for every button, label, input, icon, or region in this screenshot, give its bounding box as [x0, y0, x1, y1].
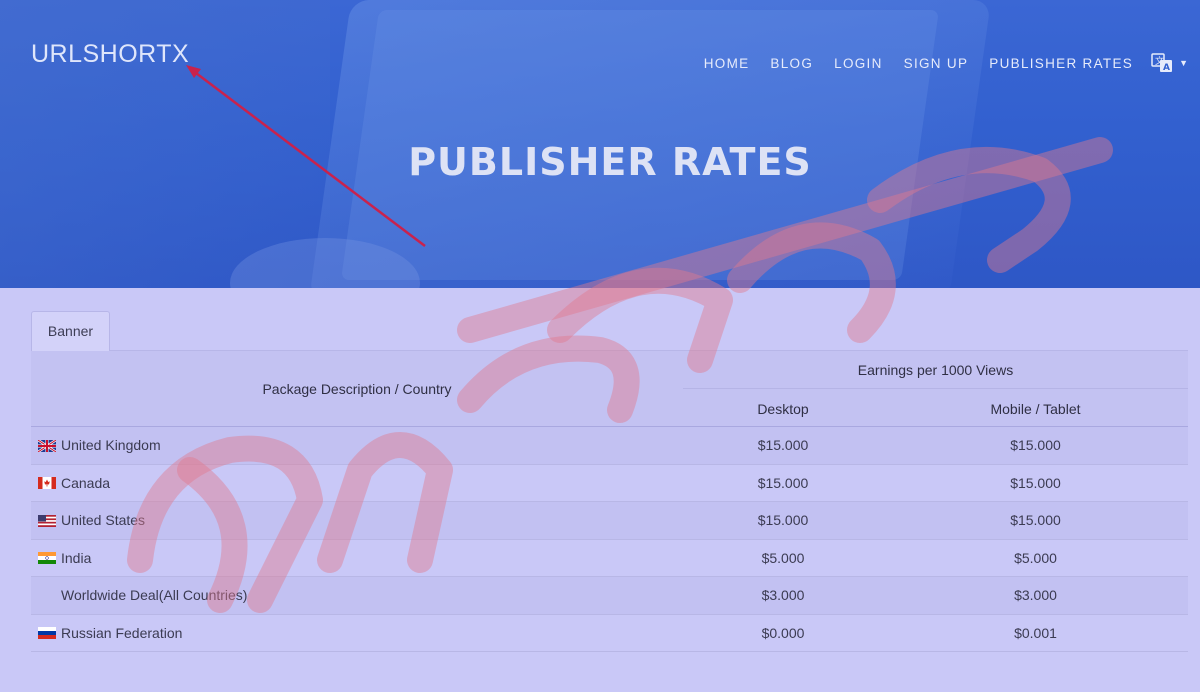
language-selector[interactable]: 文 A ▼: [1151, 53, 1188, 73]
mobile-rate: $15.000: [1010, 512, 1061, 528]
nav-login[interactable]: LOGIN: [834, 56, 883, 71]
mobile-rate: $5.000: [1014, 549, 1057, 566]
mobile-rate: $3.000: [1014, 587, 1057, 603]
table-row: India $5.000 $5.000: [31, 539, 1188, 577]
country-name: India: [61, 549, 92, 566]
page-title: PUBLISHER RATES: [408, 140, 812, 184]
site-logo[interactable]: URLSHORTX: [31, 40, 189, 69]
nav-blog[interactable]: BLOG: [770, 56, 813, 71]
desktop-rate: $15.000: [757, 437, 809, 453]
mobile-rate: $0.001: [1014, 624, 1057, 641]
table-row: Worldwide Deal(All Countries) $3.000 $3.…: [31, 577, 1188, 615]
nav-home[interactable]: HOME: [704, 56, 750, 71]
tab-bar: Banner: [31, 311, 1188, 352]
country-name: United Kingdom: [61, 437, 161, 453]
svg-text:A: A: [1163, 63, 1170, 73]
russia-flag-icon: [38, 627, 56, 639]
header-earnings: Earnings per 1000 Views: [683, 351, 1188, 389]
header-mobile: Mobile / Tablet: [990, 401, 1081, 417]
country-name: United States: [61, 512, 146, 528]
main-nav: HOME BLOG LOGIN SIGN UP PUBLISHER RATES …: [683, 53, 1188, 73]
us-flag-icon: [38, 514, 56, 527]
table-row: United Kingdom $15.000 $15.000: [31, 427, 1188, 465]
header-package: Package Description / Country: [262, 381, 452, 397]
uk-flag-icon: [38, 439, 56, 452]
country-name: Russian Federation: [61, 624, 183, 641]
desktop-rate: $5.000: [761, 549, 805, 566]
canada-flag-icon: [38, 477, 56, 489]
mobile-rate: $15.000: [1010, 474, 1061, 491]
india-flag-icon: [38, 552, 56, 564]
table-row: Russian Federation $0.000 $0.001: [31, 614, 1188, 652]
desktop-rate: $3.000: [761, 587, 805, 603]
country-name: Canada: [61, 474, 111, 491]
hero-banner: URLSHORTX HOME BLOG LOGIN SIGN UP PUBLIS…: [0, 0, 1200, 288]
nav-publisher-rates[interactable]: PUBLISHER RATES: [989, 56, 1133, 71]
nav-sign-up[interactable]: SIGN UP: [904, 56, 969, 71]
mobile-rate: $15.000: [1010, 437, 1061, 453]
table-body: United Kingdom $15.000 $15.000 Canada $1…: [31, 427, 1188, 652]
desktop-rate: $15.000: [757, 474, 809, 491]
table-row: United States $15.000 $15.000: [31, 502, 1188, 540]
desktop-rate: $0.000: [761, 624, 805, 641]
tab-banner[interactable]: Banner: [31, 311, 110, 352]
header-desktop: Desktop: [757, 401, 809, 417]
table-row: Canada $15.000 $15.000: [31, 464, 1188, 502]
chevron-down-icon: ▼: [1179, 58, 1188, 68]
translate-icon: 文 A: [1151, 53, 1173, 73]
desktop-rate: $15.000: [757, 512, 809, 528]
rates-table: Package Description / Country Earnings p…: [31, 351, 1188, 652]
flag-placeholder: [38, 590, 56, 602]
table-header: Package Description / Country Earnings p…: [31, 351, 1188, 427]
country-name: Worldwide Deal(All Countries): [61, 587, 248, 603]
